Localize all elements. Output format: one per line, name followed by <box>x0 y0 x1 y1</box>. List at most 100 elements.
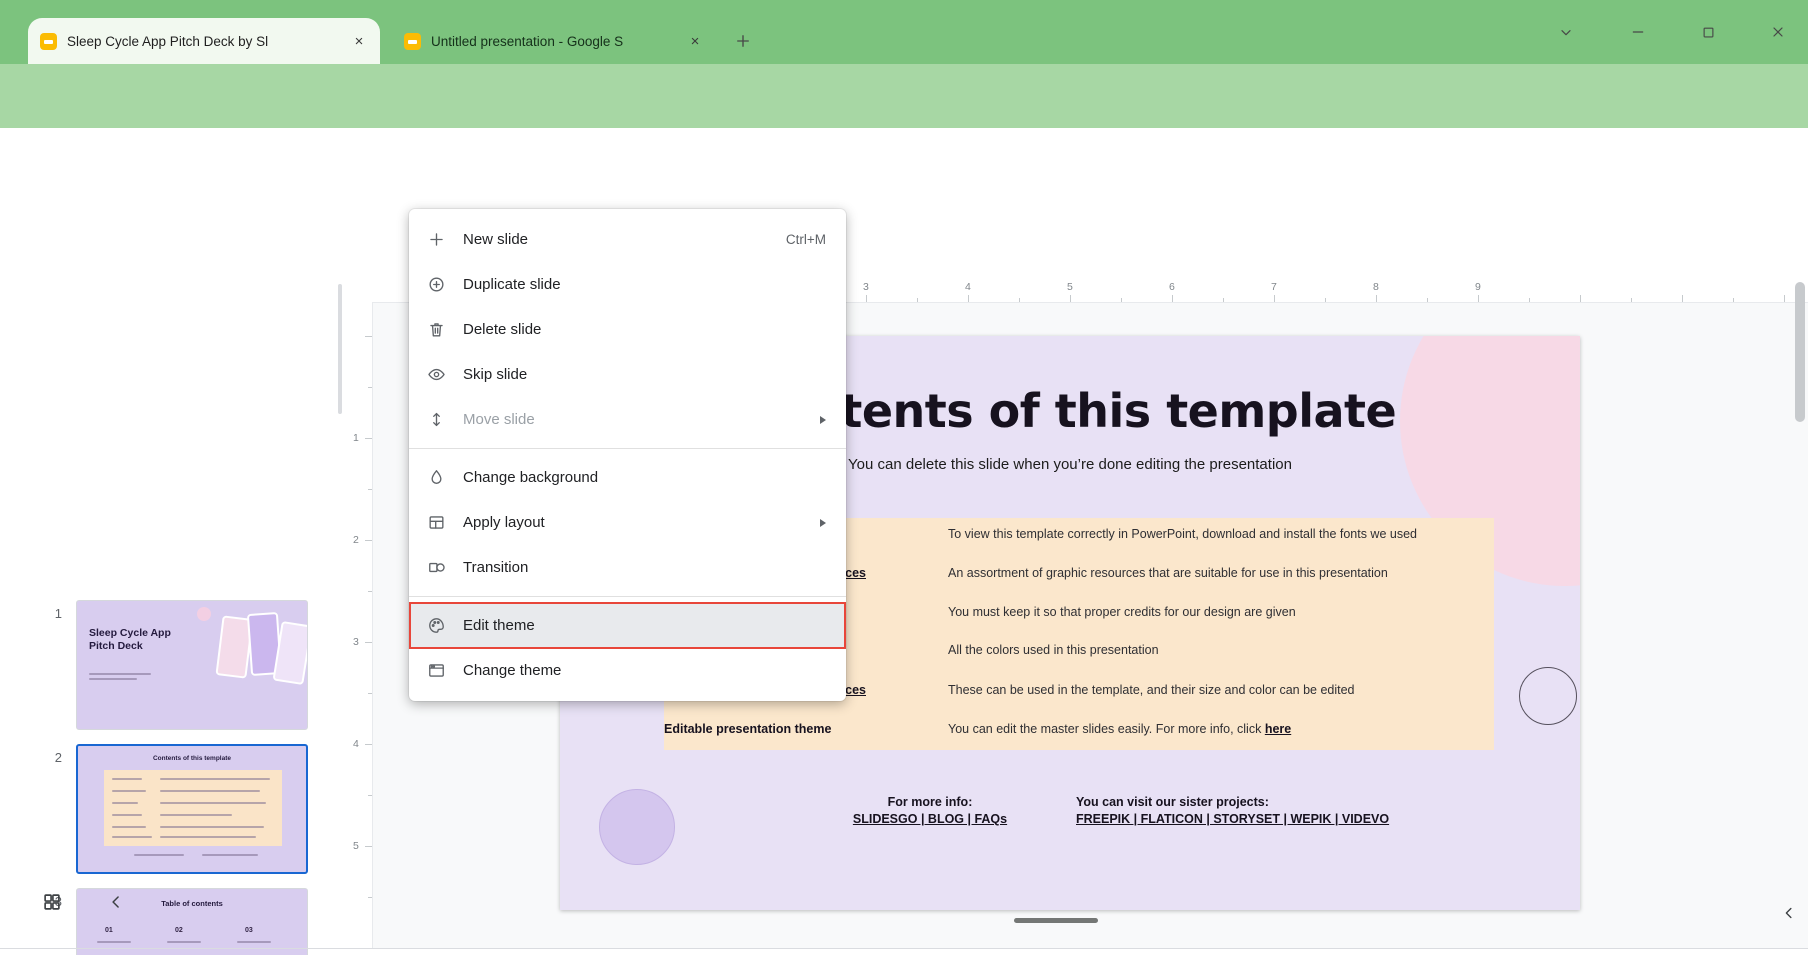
ruler-tick <box>1070 295 1071 302</box>
ruler-tick <box>1682 295 1683 302</box>
thumb2-table <box>104 770 282 846</box>
tab-active[interactable]: Sleep Cycle App Pitch Deck by Sl × <box>28 18 380 64</box>
filmstrip: 1 Sleep Cycle App Pitch Deck 2 Contents … <box>0 278 348 948</box>
tab-title: Untitled presentation - Google S <box>431 34 676 49</box>
grid-view-icon[interactable] <box>38 888 66 916</box>
ruler-number: 5 <box>1067 281 1073 293</box>
slides-favicon <box>404 33 421 50</box>
duplicate-icon <box>427 275 446 294</box>
ruler-tick <box>1580 295 1581 302</box>
menu-divider <box>409 448 846 449</box>
scroll-pill[interactable] <box>1014 918 1098 923</box>
ruler-tick <box>1376 295 1377 302</box>
ruler-tick <box>365 846 372 847</box>
menu-item-transition[interactable]: Transition <box>409 545 846 590</box>
ruler-tick <box>1631 298 1632 302</box>
eye-icon <box>427 365 446 384</box>
filmstrip-scrollbar[interactable] <box>338 284 342 414</box>
move-icon <box>427 410 446 429</box>
ruler-tick <box>968 295 969 302</box>
ruler-number: 8 <box>1373 281 1379 293</box>
menu-item-change-background[interactable]: Change background <box>409 455 846 500</box>
toc-number: 03 <box>245 927 253 934</box>
ruler-number: 4 <box>965 281 971 293</box>
footer-more-info: For more info: SLIDESGO | BLOG | FAQs <box>810 794 1050 828</box>
ruler-tick <box>1274 295 1275 302</box>
ruler-tick <box>368 795 372 796</box>
tab-title: Sleep Cycle App Pitch Deck by Sl <box>67 34 340 49</box>
menu-item-move-slide[interactable]: Move slide <box>409 397 846 442</box>
ruler-tick <box>365 336 372 337</box>
ruler-number: 1 <box>353 432 359 444</box>
collapse-filmstrip-chevron-icon[interactable] <box>102 888 130 916</box>
sister-links[interactable]: FREEPIK | FLATICON | STORYSET | WEPIK | … <box>1076 811 1389 828</box>
canvas-scrollbar[interactable] <box>1795 282 1805 422</box>
ruler-tick <box>1427 298 1428 302</box>
ruler-tick <box>365 642 372 643</box>
ruler-tick <box>866 295 867 302</box>
transition-icon <box>427 558 446 577</box>
toc-number: 01 <box>105 927 113 934</box>
ruler-number: 3 <box>863 281 869 293</box>
background-droplet-icon <box>427 468 446 487</box>
thumb1-circle-decoration <box>197 607 211 621</box>
menu-item-new-slide[interactable]: New slide Ctrl+M <box>409 217 846 262</box>
ruler-number: 4 <box>353 738 359 750</box>
minimize-button[interactable] <box>1620 14 1656 50</box>
maximize-button[interactable] <box>1690 14 1726 50</box>
menu-item-apply-layout[interactable]: Apply layout <box>409 500 846 545</box>
trash-icon <box>427 320 446 339</box>
new-tab-button[interactable] <box>728 26 758 56</box>
tab-search-chevron-icon[interactable] <box>1548 14 1584 50</box>
ruler-tick <box>1325 298 1326 302</box>
ruler-number: 6 <box>1169 281 1175 293</box>
slides-header: Sleep Cycle App Pitch Deck by Slidesgo F… <box>0 128 1808 215</box>
ruler-tick <box>1019 298 1020 302</box>
menu-item-delete-slide[interactable]: Delete slide <box>409 307 846 352</box>
menu-divider <box>409 596 846 597</box>
here-link[interactable]: here <box>1265 722 1291 736</box>
ruler-tick <box>1784 295 1785 302</box>
slide-number: 2 <box>36 750 62 765</box>
menu-item-edit-theme[interactable]: Edit theme <box>409 603 846 648</box>
footer-sister-projects: You can visit our sister projects: FREEP… <box>1076 794 1389 828</box>
slide-thumbnail-1[interactable]: Sleep Cycle App Pitch Deck <box>76 600 308 730</box>
ruler-tick <box>917 298 918 302</box>
tab-close-icon[interactable]: × <box>686 32 704 50</box>
submenu-arrow-icon <box>820 519 826 527</box>
menu-item-change-theme[interactable]: Change theme <box>409 648 846 693</box>
menu-item-skip-slide[interactable]: Skip slide <box>409 352 846 397</box>
palette-icon <box>427 616 446 635</box>
workspace: 1 Sleep Cycle App Pitch Deck 2 Contents … <box>0 278 1808 948</box>
ruler-number: 7 <box>1271 281 1277 293</box>
ruler-tick <box>365 540 372 541</box>
footer-links[interactable]: SLIDESGO | BLOG | FAQs <box>810 811 1050 828</box>
ruler-number: 5 <box>353 840 359 852</box>
ruler-tick <box>365 744 372 745</box>
ruler-tick <box>1529 298 1530 302</box>
slide-number: 1 <box>36 606 62 621</box>
tab-strip: Sleep Cycle App Pitch Deck by Sl × Untit… <box>0 0 1808 64</box>
ruler-number: 2 <box>353 534 359 546</box>
ruler-tick <box>368 897 372 898</box>
corner-chevron-icon[interactable] <box>1776 900 1802 926</box>
close-button[interactable] <box>1760 14 1796 50</box>
ruler-tick <box>368 489 372 490</box>
layout-icon <box>427 513 446 532</box>
ruler-tick <box>1733 298 1734 302</box>
browser-window: Sleep Cycle App Pitch Deck by Sl × Untit… <box>0 0 1808 955</box>
theme-frame-icon <box>427 661 446 680</box>
slide-thumbnail-2[interactable]: Contents of this template <box>76 744 308 874</box>
tab-close-icon[interactable]: × <box>350 32 368 50</box>
menu-item-duplicate-slide[interactable]: Duplicate slide <box>409 262 846 307</box>
ruler-tick <box>1478 295 1479 302</box>
thumb1-title: Sleep Cycle App Pitch Deck <box>89 627 181 652</box>
tab-inactive[interactable]: Untitled presentation - Google S × <box>392 18 716 64</box>
ruler-tick <box>1223 298 1224 302</box>
toc-number: 02 <box>175 927 183 934</box>
lavender-circle-decoration <box>599 789 675 865</box>
ruler-corner <box>348 278 373 303</box>
window-bottom-divider <box>0 948 1808 949</box>
thumb2-title: Contents of this template <box>78 755 306 762</box>
outlined-circle-decoration <box>1519 667 1577 725</box>
